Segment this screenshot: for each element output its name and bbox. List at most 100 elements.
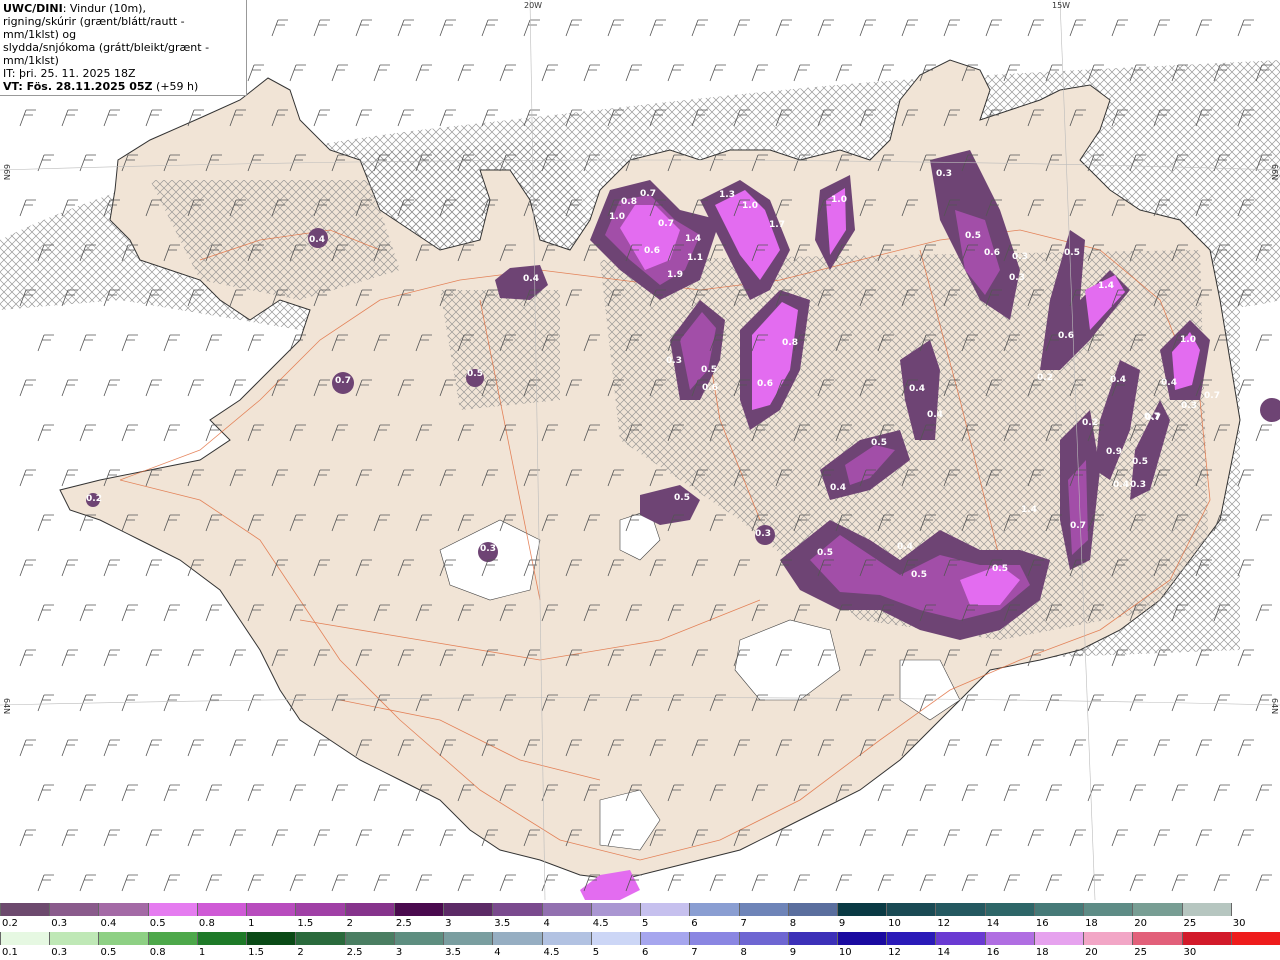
legend-swatch <box>689 932 739 945</box>
legend-swatch <box>787 903 837 916</box>
precip-value-label: 1.4 <box>1021 505 1037 515</box>
precip-value-label: 0.8 <box>621 197 637 207</box>
precip-value-label: 0.4 <box>523 274 539 284</box>
legend-swatch <box>196 903 247 916</box>
legend-tick-label: 10 <box>888 918 901 929</box>
precip-value-label: 0.2 <box>1082 418 1098 428</box>
legend-tick-label: 0.1 <box>2 947 18 958</box>
precip-value-label: 0.7 <box>658 219 674 229</box>
precip-value-label: 1.0 <box>831 195 847 205</box>
legend-tick-label: 1 <box>198 947 206 958</box>
legend-swatch <box>344 903 394 916</box>
precip-value-label: 0.4 <box>897 542 913 552</box>
legend-swatch <box>590 932 641 945</box>
precip-value-label: 0.5 <box>1064 248 1080 258</box>
legend-tick-label: 5 <box>592 947 600 958</box>
precip-value-label: 0.4 <box>927 410 943 420</box>
variable-line-3: slydda/snjókoma (grátt/bleikt/grænt - mm… <box>3 41 210 67</box>
lat-label-64n-right: 64N <box>1270 698 1279 715</box>
legend-tick-label: 0.3 <box>51 918 68 929</box>
legend-swatch <box>689 903 739 916</box>
lon-label-15w: 15W <box>1052 1 1071 10</box>
precip-value-label: 0.6 <box>1058 331 1074 341</box>
legend-swatch <box>1181 903 1231 916</box>
precip-value-label: 0.7 <box>1145 413 1161 423</box>
legend-swatch <box>836 932 887 945</box>
precip-value-label: 0.7 <box>335 376 351 386</box>
precip-value-label: 1.0 <box>1180 335 1196 345</box>
precip-value-label: 1.7 <box>769 220 785 230</box>
legend-swatch <box>196 932 247 945</box>
lon-label-20w: 20W <box>524 1 543 10</box>
legend-tick-label: 25 <box>1134 947 1148 958</box>
precip-value-label: 0.4 <box>909 384 925 394</box>
legend-tick-label: 16 <box>1035 918 1049 929</box>
legend-tick-label: 14 <box>937 947 951 958</box>
precip-value-label: 0.3 <box>1130 480 1146 490</box>
precip-value-label: 0.8 <box>782 338 798 348</box>
legend-swatch <box>0 932 50 945</box>
legend-swatch <box>147 903 197 916</box>
valid-offset: (+59 h) <box>152 80 199 93</box>
init-time: IT: þri. 25. 11. 2025 18Z <box>3 67 136 80</box>
legend-tick-label: 0.5 <box>149 918 166 929</box>
precip-value-label: 0.7 <box>640 189 656 199</box>
precip-value-label: 0.4 <box>1110 375 1126 385</box>
legend-tick-label: 16 <box>986 947 1000 958</box>
legend-swatch <box>443 903 493 916</box>
precip-value-label: 1.1 <box>687 253 703 263</box>
precip-value-label: 0.3 <box>936 169 952 179</box>
precip-value-label: 0.5 <box>871 438 887 448</box>
legend-swatch <box>492 903 542 916</box>
precip-value-label: 0.5 <box>1132 457 1148 467</box>
precip-value-label: 0.5 <box>911 570 927 580</box>
legend-swatch <box>295 903 345 916</box>
legend-tick-label: 1.5 <box>248 947 265 958</box>
legend-tick-label: 4 <box>543 918 550 929</box>
legend-tick-label: 1 <box>248 918 255 929</box>
legend-swatch <box>541 903 591 916</box>
legend-tick-label: 9 <box>838 918 846 929</box>
legend-tick-label: 12 <box>888 947 901 958</box>
legend-tick-label: 0.3 <box>51 947 68 958</box>
legend-tick-label: 5 <box>642 918 649 929</box>
lat-label-66n-left: 66N <box>2 164 11 181</box>
legend-tick-label: 2.5 <box>395 918 412 929</box>
legend-swatch <box>344 932 394 945</box>
legend-swatch <box>0 903 50 916</box>
precip-value-label: 1.0 <box>609 212 625 222</box>
legend-tick-label: 8 <box>740 947 747 958</box>
legend-tick-label: 18 <box>1085 918 1098 929</box>
legend-swatch <box>1083 903 1133 916</box>
precip-value-label: 0.4 <box>1161 378 1177 388</box>
precip-value-label: 0.3 <box>1012 252 1028 262</box>
legend-swatch <box>1132 903 1182 916</box>
legend-tick-label: 4.5 <box>543 947 560 958</box>
precip-value-label: 1.9 <box>667 270 683 280</box>
legend-snow-labels: 0.2 0.3 0.4 0.5 0.8 1 1.5 2 2.5 3 3.5 4 4.5 5 6 7 8 9 10 12… <box>0 918 1280 930</box>
legend-tick-label: 2.5 <box>346 947 363 958</box>
legend-tick-label: 6 <box>642 947 649 958</box>
legend-tick-label: 14 <box>986 918 1000 929</box>
legend-tick-label: 2 <box>346 918 353 929</box>
legend-tick-label: 0.8 <box>149 947 166 958</box>
lat-label-66n-right: 66N <box>1270 164 1279 181</box>
legend-tick-label: 8 <box>789 918 797 929</box>
legend-swatch <box>49 932 99 945</box>
legend-tick-label: 30 <box>1232 918 1246 929</box>
legend-swatch <box>1033 903 1084 916</box>
precip-value-label: 0.6 <box>644 246 660 256</box>
legend-tick-label: 30 <box>1183 947 1197 958</box>
precip-value-label: 0.3 <box>480 544 496 554</box>
legend-swatch <box>393 903 444 916</box>
precip-value-label: 1.0 <box>742 201 758 211</box>
precip-value-label: 0.5 <box>674 493 690 503</box>
legend-swatch <box>886 932 936 945</box>
legend-swatch <box>886 903 936 916</box>
precip-value-label: 1.4 <box>1098 281 1114 291</box>
precip-value-label: 0.3 <box>1181 401 1197 411</box>
legend-tick-label: 4 <box>494 947 501 958</box>
precip-value-label: 0.2 <box>1037 373 1053 383</box>
legend-swatch <box>984 903 1034 916</box>
precip-value-label: 0.4 <box>1113 480 1129 490</box>
